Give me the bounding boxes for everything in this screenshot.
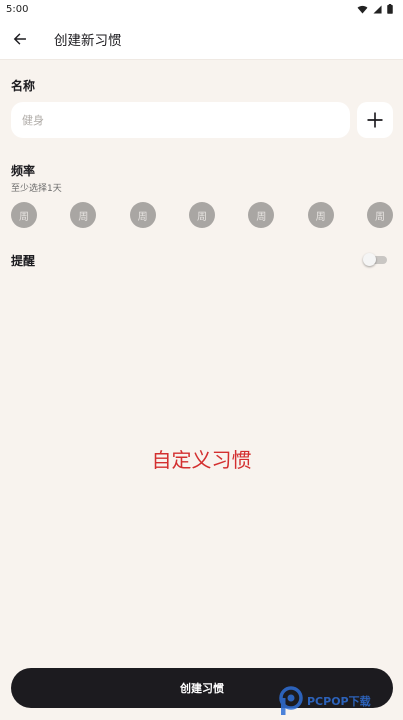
habit-name-input[interactable] — [11, 102, 350, 138]
day-toggle-3[interactable]: 周 — [129, 202, 156, 228]
add-button[interactable] — [357, 102, 393, 138]
back-button[interactable] — [2, 21, 38, 57]
watermark-text: PCPOP下载 — [307, 695, 371, 708]
day-toggle-1[interactable]: 周 — [11, 202, 37, 228]
arrow-back-icon — [13, 32, 26, 45]
watermark: PCPOP下载 — [278, 684, 403, 718]
status-icons — [357, 4, 393, 14]
day-toggle-5[interactable]: 周 — [248, 202, 275, 228]
pcpop-logo-icon — [279, 686, 303, 715]
day-toggle-4[interactable]: 周 — [188, 202, 215, 228]
plus-icon — [367, 112, 383, 128]
day-toggle-7[interactable]: 周 — [366, 202, 393, 228]
day-selector: 周 周 周 周 周 周 周 — [11, 202, 393, 228]
status-bar: 5:00 — [0, 0, 403, 18]
frequency-label: 频率 — [11, 164, 36, 178]
day-toggle-6[interactable]: 周 — [307, 202, 334, 228]
app-bar: 创建新习惯 — [0, 18, 403, 60]
overlay-caption: 自定义习惯 — [151, 448, 252, 472]
status-time: 5:00 — [6, 3, 29, 15]
battery-icon — [387, 4, 393, 14]
day-toggle-2[interactable]: 周 — [70, 202, 97, 228]
name-label: 名称 — [11, 79, 36, 93]
reminder-toggle[interactable] — [363, 253, 387, 266]
frequency-hint: 至少选择1天 — [11, 184, 62, 194]
toggle-thumb — [363, 253, 376, 266]
wifi-icon — [357, 5, 368, 14]
cell-signal-icon — [373, 4, 382, 14]
page-title: 创建新习惯 — [54, 32, 122, 49]
reminder-label: 提醒 — [11, 254, 36, 268]
